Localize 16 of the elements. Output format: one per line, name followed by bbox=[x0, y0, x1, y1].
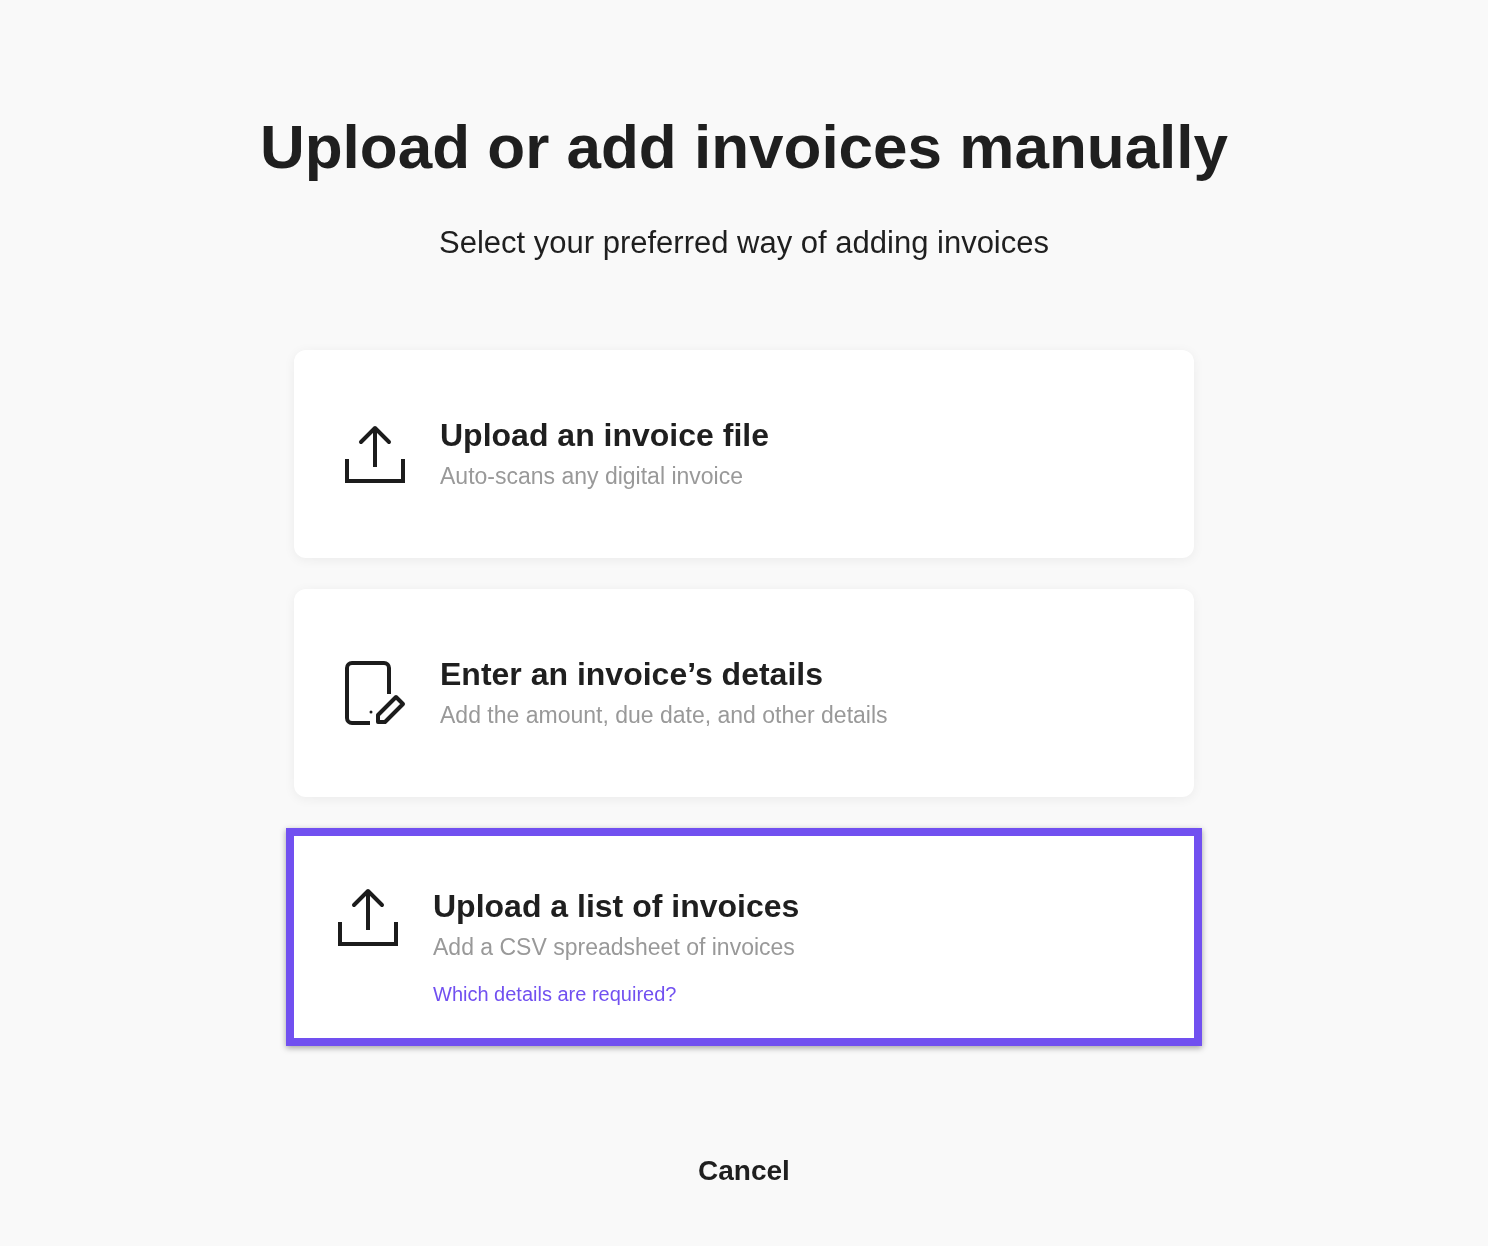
upload-icon bbox=[344, 423, 406, 485]
option-title: Upload an invoice file bbox=[440, 415, 769, 455]
page-subtitle: Select your preferred way of adding invoices bbox=[439, 223, 1049, 262]
cancel-button[interactable]: Cancel bbox=[682, 1146, 806, 1196]
option-card[interactable]: Enter an invoice’s details Add the amount, due date, and other details bbox=[294, 589, 1194, 797]
option-description: Add a CSV spreadsheet of invoices bbox=[433, 933, 796, 962]
document-pencil-icon bbox=[344, 660, 406, 726]
option-description: Add the amount, due date, and other details bbox=[440, 700, 888, 730]
option-card[interactable]: Upload a list of invoices Add a CSV spreadsheet of invoices Which details are required? bbox=[286, 828, 1202, 1046]
option-title: Upload a list of invoices bbox=[433, 887, 800, 926]
page-title: Upload or add invoices manually bbox=[259, 111, 1229, 183]
upload-icon bbox=[337, 886, 399, 948]
option-description: Auto-scans any digital invoice bbox=[440, 461, 744, 491]
option-title: Enter an invoice’s details bbox=[440, 654, 824, 694]
help-link[interactable]: Which details are required? bbox=[433, 978, 800, 1009]
option-card[interactable]: Upload an invoice file Auto-scans any digital invoice bbox=[294, 350, 1194, 558]
